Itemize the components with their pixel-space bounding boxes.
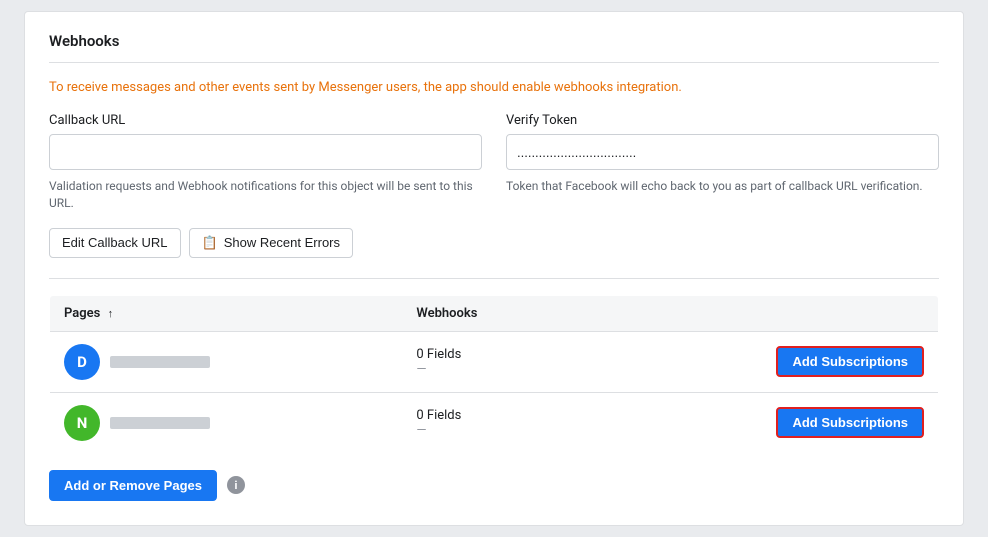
fields-count-1: 0 Fields	[416, 347, 568, 362]
table-header-row: Pages ↑ Webhooks	[50, 295, 939, 331]
clipboard-icon: 📋	[202, 235, 218, 251]
col-action-header	[582, 295, 938, 331]
col-pages-header: Pages ↑	[50, 295, 403, 331]
page-cell-2: N	[50, 392, 403, 453]
dash-2: —	[416, 423, 568, 438]
table-row: N 0 Fields — Add Subscriptions	[50, 392, 939, 453]
edit-callback-button[interactable]: Edit Callback URL	[49, 228, 181, 258]
show-errors-button[interactable]: 📋 Show Recent Errors	[189, 228, 354, 258]
add-subscriptions-button-2[interactable]: Add Subscriptions	[776, 407, 924, 438]
verify-token-group: Verify Token	[506, 113, 939, 170]
webhooks-cell-2: 0 Fields —	[402, 392, 582, 453]
avatar-d: D	[64, 344, 100, 380]
token-hint: Token that Facebook will echo back to yo…	[506, 178, 939, 212]
verify-token-label: Verify Token	[506, 113, 939, 128]
info-message: To receive messages and other events sen…	[49, 79, 939, 97]
sort-arrow-icon: ↑	[108, 307, 114, 320]
action-cell-2: Add Subscriptions	[582, 392, 938, 453]
action-cell-1: Add Subscriptions	[582, 331, 938, 392]
pages-table: Pages ↑ Webhooks D 0 Fields —	[49, 295, 939, 454]
callback-url-label: Callback URL	[49, 113, 482, 128]
page-name-1	[110, 356, 210, 368]
fields-count-2: 0 Fields	[416, 408, 568, 423]
section-divider	[49, 278, 939, 279]
show-errors-label: Show Recent Errors	[224, 235, 340, 250]
callback-url-group: Callback URL	[49, 113, 482, 170]
action-buttons-row: Edit Callback URL 📋 Show Recent Errors	[49, 228, 939, 258]
avatar-n: N	[64, 405, 100, 441]
fields-row: Callback URL Verify Token	[49, 113, 939, 170]
webhooks-panel: Webhooks To receive messages and other e…	[24, 11, 964, 526]
callback-url-input[interactable]	[49, 134, 482, 170]
page-info-2: N	[64, 405, 388, 441]
bottom-row: Add or Remove Pages i	[49, 470, 939, 501]
edit-callback-label: Edit Callback URL	[62, 235, 168, 250]
page-name-2	[110, 417, 210, 429]
add-subscriptions-button-1[interactable]: Add Subscriptions	[776, 346, 924, 377]
page-cell-1: D	[50, 331, 403, 392]
callback-hint: Validation requests and Webhook notifica…	[49, 178, 482, 212]
hints-row: Validation requests and Webhook notifica…	[49, 178, 939, 212]
add-remove-pages-button[interactable]: Add or Remove Pages	[49, 470, 217, 501]
info-icon[interactable]: i	[227, 476, 245, 494]
verify-token-input[interactable]	[506, 134, 939, 170]
panel-title: Webhooks	[49, 32, 939, 63]
page-info-1: D	[64, 344, 388, 380]
dash-1: —	[416, 362, 568, 377]
webhooks-cell-1: 0 Fields —	[402, 331, 582, 392]
table-row: D 0 Fields — Add Subscriptions	[50, 331, 939, 392]
col-webhooks-header: Webhooks	[402, 295, 582, 331]
